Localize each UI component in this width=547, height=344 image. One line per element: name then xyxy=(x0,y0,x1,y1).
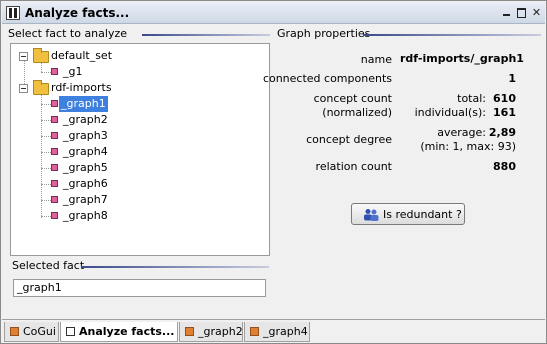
tree-item-graph4[interactable]: _graph4 xyxy=(11,144,269,160)
tree-item-label: rdf-imports xyxy=(51,81,112,94)
tree-item-label: _graph4 xyxy=(63,145,108,158)
tree-item-default-set[interactable]: default_set xyxy=(11,48,269,64)
graph-icon xyxy=(51,132,58,139)
tree-item-label: default_set xyxy=(51,49,113,62)
graph-icon xyxy=(51,100,58,107)
connected-components-label: connected components xyxy=(262,72,392,85)
tree-item-graph8[interactable]: _graph8 xyxy=(11,208,269,224)
concept-degree-label: concept degree xyxy=(306,133,392,146)
tree-item-label: _graph3 xyxy=(63,129,108,142)
tab-label: CoGui xyxy=(23,325,56,338)
tab-cogui[interactable]: CoGui xyxy=(4,322,59,342)
selected-fact-title: Selected fact xyxy=(12,259,85,272)
section-divider xyxy=(363,34,541,36)
average-value: 2,89 xyxy=(488,126,516,139)
tree-item-rdf-imports[interactable]: rdf-imports xyxy=(11,80,269,96)
tree-item-graph1[interactable]: _graph1 xyxy=(11,96,269,112)
tab-analyze-facts[interactable]: Analyze facts... xyxy=(60,322,178,342)
individuals-value: 161 xyxy=(493,106,516,119)
minimize-icon[interactable] xyxy=(500,6,513,19)
tree-item-label: _graph6 xyxy=(63,177,108,190)
cogui-icon xyxy=(10,327,19,336)
section-divider xyxy=(81,266,269,268)
users-icon xyxy=(364,209,379,221)
graph-icon xyxy=(51,164,58,171)
selected-fact-field[interactable]: _graph1 xyxy=(13,279,266,297)
collapse-icon[interactable] xyxy=(19,84,28,93)
tab-bar: CoGui Analyze facts... _graph2 _graph4 xyxy=(2,319,545,343)
tab-graph2[interactable]: _graph2 xyxy=(179,322,243,342)
graph-icon xyxy=(51,212,58,219)
tree-item-g1[interactable]: _g1 xyxy=(11,64,269,80)
analyze-facts-window: Analyze facts... ✕ Select fact to analyz… xyxy=(0,0,547,344)
graph-icon xyxy=(51,180,58,187)
tab-graph4[interactable]: _graph4 xyxy=(244,322,310,342)
concept-count-label: concept count xyxy=(313,92,392,105)
tree-item-graph3[interactable]: _graph3 xyxy=(11,128,269,144)
maximize-icon[interactable] xyxy=(515,6,528,19)
select-fact-title: Select fact to analyze xyxy=(8,27,128,40)
tree-item-label: _graph1 xyxy=(59,96,108,112)
is-redundant-label: Is redundant ? xyxy=(383,208,462,221)
tree-item-graph7[interactable]: _graph7 xyxy=(11,192,269,208)
collapse-icon[interactable] xyxy=(19,52,28,61)
tree-item-graph2[interactable]: _graph2 xyxy=(11,112,269,128)
tab-label: _graph4 xyxy=(263,325,308,338)
total-value: 610 xyxy=(493,92,516,105)
folder-icon xyxy=(33,80,49,95)
tree-item-label: _g1 xyxy=(63,65,83,78)
graph-icon xyxy=(250,327,259,336)
tab-label: _graph2 xyxy=(198,325,243,338)
window-title: Analyze facts... xyxy=(25,6,130,20)
name-value: rdf-imports/_graph1 xyxy=(400,52,524,65)
fact-icon xyxy=(66,327,75,336)
relation-count-value: 880 xyxy=(493,160,516,173)
graph-icon xyxy=(185,327,194,336)
graph-icon xyxy=(51,148,58,155)
graph-icon xyxy=(51,68,58,75)
tree-item-label: _graph2 xyxy=(63,113,108,126)
average-label: average: xyxy=(437,126,486,139)
degree-minmax: (min: 1, max: 93) xyxy=(420,140,516,153)
individuals-label: individual(s): xyxy=(414,106,486,119)
total-label: total: xyxy=(457,92,486,105)
fact-tree[interactable]: default_set _g1 rdf-imports _graph1 _gra… xyxy=(10,43,270,256)
graph-icon xyxy=(51,116,58,123)
name-label: name xyxy=(360,53,392,66)
concept-count-sublabel: (normalized) xyxy=(322,106,392,119)
title-bar[interactable]: Analyze facts... ✕ xyxy=(2,2,545,24)
connected-components-value: 1 xyxy=(508,72,516,85)
tree-item-graph5[interactable]: _graph5 xyxy=(11,160,269,176)
folder-icon xyxy=(33,48,49,63)
is-redundant-button[interactable]: Is redundant ? xyxy=(351,203,465,225)
section-divider xyxy=(142,34,270,36)
fact-window-icon xyxy=(6,6,20,20)
tree-item-label: _graph5 xyxy=(63,161,108,174)
graph-properties-title: Graph properties xyxy=(277,27,371,40)
tab-label: Analyze facts... xyxy=(79,325,175,338)
close-icon[interactable]: ✕ xyxy=(530,6,543,19)
tree-item-graph6[interactable]: _graph6 xyxy=(11,176,269,192)
tree-item-label: _graph7 xyxy=(63,193,108,206)
relation-count-label: relation count xyxy=(315,160,392,173)
graph-icon xyxy=(51,196,58,203)
tree-item-label: _graph8 xyxy=(63,209,108,222)
